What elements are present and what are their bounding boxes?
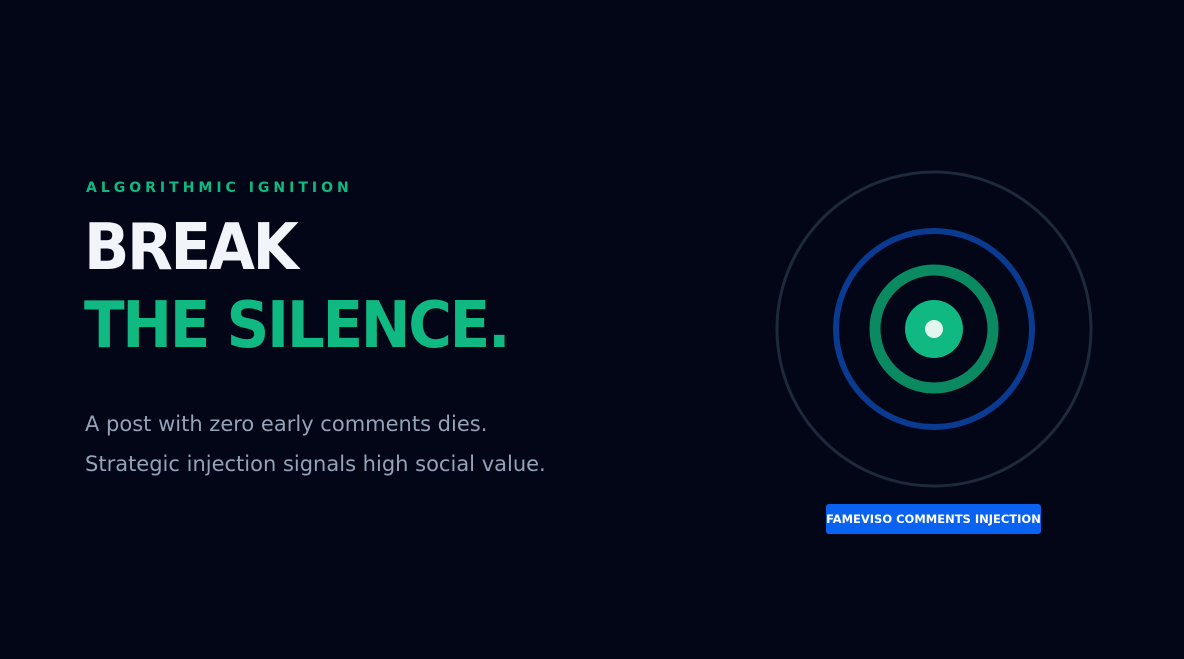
comments-injection-button[interactable]: FAMEVISO COMMENTS INJECTION — [826, 504, 1041, 534]
center-dot — [925, 320, 943, 338]
target-rings-icon — [775, 170, 1093, 488]
description-line-2: Strategic injection signals high social … — [85, 452, 546, 476]
headline-line-1: BREAK — [84, 211, 299, 285]
eyebrow-label: ALGORITHMIC IGNITION — [86, 180, 353, 196]
hero-section: ALGORITHMIC IGNITION BREAK THE SILENCE. … — [0, 0, 1184, 659]
hero-description: A post with zero early comments dies. St… — [85, 404, 546, 484]
description-line-1: A post with zero early comments dies. — [85, 412, 488, 436]
headline-line-2: THE SILENCE. — [84, 289, 511, 363]
